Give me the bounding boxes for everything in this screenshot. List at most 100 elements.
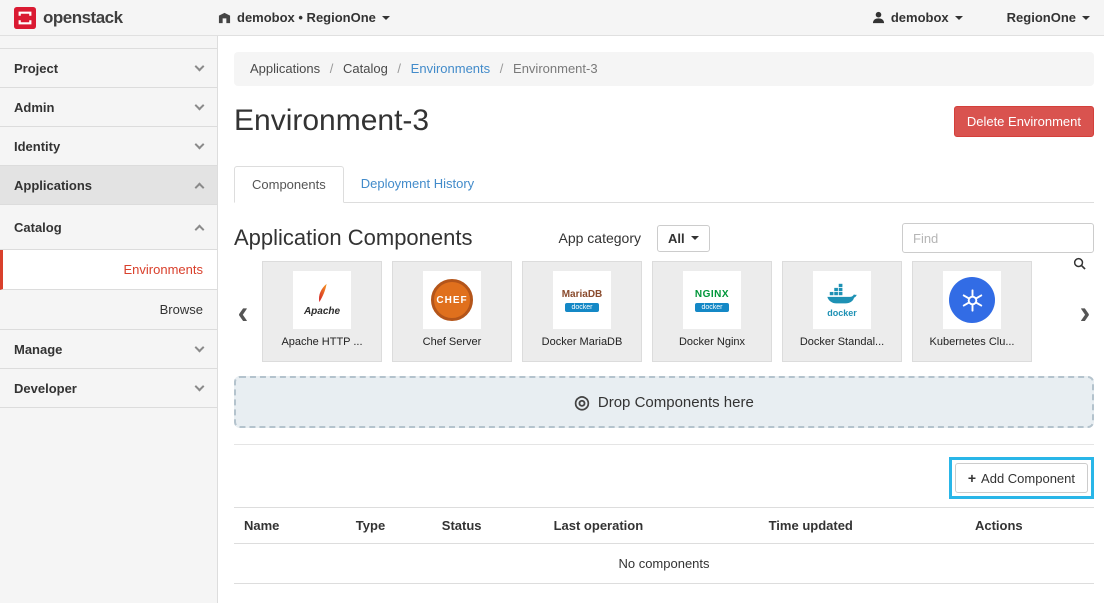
sidebar-item-admin[interactable]: Admin xyxy=(0,88,217,127)
drop-components-zone[interactable]: ◎ Drop Components here xyxy=(234,376,1094,428)
card-label: Docker Standal... xyxy=(800,336,884,348)
components-carousel: ‹ Apache Apache HTTP ... xyxy=(234,261,1094,362)
add-component-button[interactable]: + Add Component xyxy=(955,463,1088,493)
chevron-down-icon xyxy=(691,236,699,240)
project-region-switcher[interactable]: demobox • RegionOne xyxy=(218,10,390,25)
sidebar-item-developer[interactable]: Developer xyxy=(0,369,217,408)
carousel-prev-button[interactable]: ‹ xyxy=(234,296,252,328)
sidebar-item-environments[interactable]: Environments xyxy=(0,250,217,290)
sidebar-item-identity[interactable]: Identity xyxy=(0,127,217,166)
component-card-apache[interactable]: Apache Apache HTTP ... xyxy=(262,261,382,362)
sidebar-item-label: Admin xyxy=(14,100,54,115)
breadcrumb-separator: / xyxy=(397,61,401,76)
empty-message: No components xyxy=(234,544,1094,584)
chevron-down-icon xyxy=(1082,16,1090,20)
sidebar-item-label: Developer xyxy=(14,381,77,396)
breadcrumb-link-environments[interactable]: Environments xyxy=(411,61,490,76)
docker-wordmark: docker xyxy=(827,308,857,318)
nginx-wordmark: NGINX xyxy=(695,289,729,300)
user-label: demobox xyxy=(891,10,949,25)
tab-deployment-history[interactable]: Deployment History xyxy=(344,166,491,202)
card-label: Kubernetes Clu... xyxy=(930,336,1015,348)
breadcrumb-separator: / xyxy=(330,61,334,76)
carousel-next-button[interactable]: › xyxy=(1076,296,1094,328)
sidebar-item-label: Environments xyxy=(124,262,203,277)
user-icon xyxy=(872,11,885,24)
chevron-down-icon xyxy=(195,382,205,392)
docker-whale-icon xyxy=(826,283,858,305)
context-label: demobox • RegionOne xyxy=(237,10,376,25)
openstack-logo[interactable]: openstack xyxy=(14,7,218,29)
column-header-status: Status xyxy=(432,508,544,544)
app-category-dropdown[interactable]: All xyxy=(657,225,710,252)
sidebar-top-spacer xyxy=(0,36,217,49)
plus-icon: + xyxy=(968,470,976,486)
brand-wordmark: openstack xyxy=(43,8,123,28)
component-card-kubernetes[interactable]: Kubernetes Clu... xyxy=(912,261,1032,362)
chef-wordmark: CHEF xyxy=(436,295,467,306)
component-card-chef[interactable]: CHEF Chef Server xyxy=(392,261,512,362)
component-card-docker-mariadb[interactable]: MariaDB docker Docker MariaDB xyxy=(522,261,642,362)
tab-components[interactable]: Components xyxy=(234,166,344,203)
breadcrumb-separator: / xyxy=(500,61,504,76)
component-card-docker-standalone[interactable]: docker Docker Standal... xyxy=(782,261,902,362)
component-card-docker-nginx[interactable]: NGINX docker Docker Nginx xyxy=(652,261,772,362)
kubernetes-wheel-icon xyxy=(949,277,995,323)
chevron-down-icon xyxy=(195,101,205,111)
mariadb-icon: MariaDB docker xyxy=(553,271,611,329)
user-menu[interactable]: demobox xyxy=(872,10,963,25)
mariadb-wordmark: MariaDB xyxy=(562,289,603,300)
breadcrumb: Applications / Catalog / Environments / … xyxy=(234,52,1094,86)
chevron-down-icon xyxy=(955,16,963,20)
apache-feather-icon xyxy=(315,283,330,303)
openstack-logo-icon xyxy=(14,7,36,29)
sidebar-item-label: Identity xyxy=(14,139,60,154)
docker-icon: docker xyxy=(813,271,871,329)
sidebar-item-applications[interactable]: Applications xyxy=(0,166,217,205)
chevron-down-icon xyxy=(382,16,390,20)
table-header-row: Name Type Status Last operation Time upd… xyxy=(234,508,1094,544)
chevron-down-icon xyxy=(195,62,205,72)
chef-logo: CHEF xyxy=(431,279,473,321)
top-navbar: openstack demobox • RegionOne demobox Re… xyxy=(0,0,1104,36)
docker-badge: docker xyxy=(565,303,598,312)
sidebar-item-label: Project xyxy=(14,61,58,76)
app-category-label: App category xyxy=(558,230,641,246)
column-header-type: Type xyxy=(346,508,432,544)
sidebar-item-project[interactable]: Project xyxy=(0,49,217,88)
add-component-label: Add Component xyxy=(981,471,1075,486)
table-empty-row: No components xyxy=(234,544,1094,584)
chevron-up-icon xyxy=(195,224,205,234)
chevron-down-icon xyxy=(195,343,205,353)
delete-environment-button[interactable]: Delete Environment xyxy=(954,106,1094,137)
chef-icon: CHEF xyxy=(423,271,481,329)
domain-icon xyxy=(218,11,231,24)
breadcrumb-item: Catalog xyxy=(343,61,388,76)
chevron-down-icon xyxy=(195,140,205,150)
sidebar-item-label: Browse xyxy=(160,302,203,317)
column-header-last-operation: Last operation xyxy=(544,508,759,544)
section-heading: Application Components xyxy=(234,225,472,251)
card-label: Docker MariaDB xyxy=(542,336,623,348)
app-category-value: All xyxy=(668,231,685,246)
add-component-highlight: + Add Component xyxy=(949,457,1094,499)
sidebar-item-catalog[interactable]: Catalog xyxy=(0,205,217,250)
main-content: Applications / Catalog / Environments / … xyxy=(218,36,1104,603)
tab-bar: Components Deployment History xyxy=(234,166,1094,203)
sidebar-item-browse[interactable]: Browse xyxy=(0,290,217,330)
region-menu[interactable]: RegionOne xyxy=(1007,10,1090,25)
apache-wordmark: Apache xyxy=(304,306,340,317)
nginx-icon: NGINX docker xyxy=(683,271,741,329)
docker-badge: docker xyxy=(695,303,728,312)
dropzone-text: Drop Components here xyxy=(598,394,754,411)
column-header-time-updated: Time updated xyxy=(759,508,965,544)
target-icon: ◎ xyxy=(574,392,590,413)
column-header-name: Name xyxy=(234,508,346,544)
search-icon[interactable] xyxy=(1073,257,1086,275)
sidebar: Project Admin Identity Applications Cata… xyxy=(0,36,218,603)
breadcrumb-item: Applications xyxy=(250,61,320,76)
sidebar-item-manage[interactable]: Manage xyxy=(0,330,217,369)
components-table: Name Type Status Last operation Time upd… xyxy=(234,507,1094,584)
find-input[interactable] xyxy=(902,223,1094,253)
breadcrumb-current: Environment-3 xyxy=(513,61,598,76)
